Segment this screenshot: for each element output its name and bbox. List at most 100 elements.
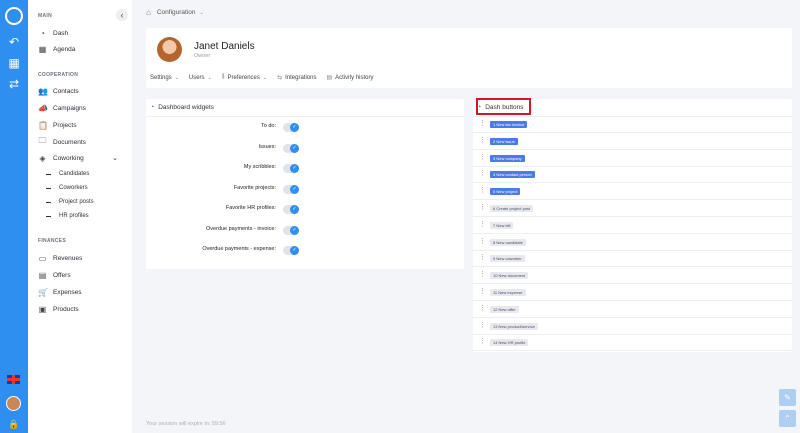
chevron-down-icon[interactable]: ⌄ (112, 154, 118, 162)
toggle-icon[interactable]: ⇄ (7, 77, 21, 91)
user-avatar[interactable] (6, 396, 21, 411)
dash-button-pill[interactable]: 1 New tax invoice (490, 121, 528, 128)
layers-icon: ◈ (39, 153, 46, 163)
dash-button-row[interactable]: ⋮ 9 New coworker (473, 251, 792, 268)
drag-handle-icon[interactable]: ⋮ (479, 305, 486, 312)
drag-handle-icon[interactable]: ⋮ (479, 187, 486, 194)
sidebar-item-offers[interactable]: ▤ Offers (38, 269, 71, 281)
sidebar-item-documents[interactable]: 🗀 Documents (38, 136, 86, 148)
dash-button-pill[interactable]: 9 New coworker (490, 255, 525, 263)
dash-button-pill[interactable]: 6 Create project post (490, 205, 534, 212)
logo-icon[interactable] (5, 7, 23, 25)
tab-integrations[interactable]: ⇆ Integrations (277, 74, 316, 82)
sidebar-item-products[interactable]: ▣ Products (38, 303, 79, 315)
dash-button-row[interactable]: ⋮ 8 New candidate (473, 235, 792, 251)
tab-label: Settings (150, 74, 172, 81)
widget-toggle[interactable]: ✓ (283, 123, 299, 132)
breadcrumb-label[interactable]: Configuration (157, 9, 196, 16)
dash-button-row[interactable]: ⋮ 6 Create project post (473, 201, 792, 217)
dash-button-pill[interactable]: 5 New project (490, 188, 521, 196)
drag-handle-icon[interactable]: ⋮ (479, 221, 486, 228)
dash-button-pill[interactable]: 8 New candidate (490, 238, 526, 246)
drag-handle-icon[interactable]: ⋮ (479, 338, 486, 345)
drag-handle-icon[interactable]: ⋮ (479, 154, 486, 161)
sidebar-item-label: Documents (53, 138, 86, 146)
sidebar-item-agenda[interactable]: ▦ Agenda (38, 43, 76, 55)
dash-button-pill[interactable]: 13 New product/service (490, 322, 538, 330)
check-icon: ✓ (290, 143, 299, 153)
widget-toggle[interactable]: ✓ (283, 225, 299, 235)
drag-handle-icon[interactable]: ⋮ (479, 254, 486, 261)
dash-button-pill[interactable]: 14 New HR profile (490, 339, 529, 347)
check-icon: ✓ (290, 246, 299, 255)
sidebar-item-label: Campaigns (53, 104, 86, 112)
sidebar-subitem-hr-profiles[interactable]: HR profiles (46, 211, 89, 221)
drag-handle-icon[interactable]: ⋮ (479, 322, 486, 329)
dash-button-pill[interactable]: 4 New contact person (490, 171, 535, 179)
sidebar-subitem-project-posts[interactable]: Project posts (46, 197, 94, 207)
sidebar-subitem-candidates[interactable]: Candidates (46, 169, 89, 179)
dash-button-pill[interactable]: 7 New bill (490, 221, 514, 229)
dash-button-row[interactable]: ⋮ 11 New expense (473, 285, 792, 301)
dash-button-row[interactable]: ⋮ 1 New tax invoice (473, 117, 792, 133)
breadcrumb: ⌂ Configuration ⌄ (146, 8, 204, 17)
home-icon[interactable]: ⌂ (146, 8, 151, 17)
dash-button-row[interactable]: ⋮ 4 New contact person (473, 167, 792, 184)
language-flag-icon[interactable] (7, 375, 20, 384)
collapse-sidebar-button[interactable]: ‹ (116, 9, 128, 21)
chevron-down-icon[interactable]: ⌄ (200, 10, 204, 16)
widget-row: Overdue payments - invoice: ✓ (146, 225, 464, 237)
grid-icon[interactable]: ▦ (7, 56, 21, 70)
cart-icon: 🛒 (38, 287, 48, 297)
note-icon[interactable]: ✎ (779, 389, 796, 406)
lock-icon[interactable]: 🔒 (7, 417, 21, 431)
dash-button-row[interactable]: ⋮ 5 New project (473, 184, 792, 201)
widget-toggle[interactable]: ✓ (283, 164, 299, 173)
scroll-top-button[interactable]: ⌃ (779, 410, 796, 427)
dash-button-row[interactable]: ⋮ 13 New product/service (473, 319, 792, 335)
back-icon[interactable]: ↶ (7, 35, 21, 49)
widget-toggle[interactable]: ✓ (283, 246, 299, 255)
sidebar-item-label: Revenues (53, 254, 83, 262)
sidebar-item-contacts[interactable]: 👥 Contacts (38, 85, 79, 97)
tab-preferences[interactable]: ⫼ Preferences ⌄ (222, 74, 267, 81)
tab-label: Preferences (227, 74, 260, 81)
dash-button-pill[interactable]: 10 New document (490, 272, 529, 280)
tab-users[interactable]: Users ⌄ (189, 74, 212, 81)
tab-activity-history[interactable]: ▤ Activity history (326, 74, 373, 82)
sidebar-subitem-coworkers[interactable]: Coworkers (46, 183, 88, 193)
dash-button-row[interactable]: ⋮ 12 New offer (473, 302, 792, 318)
drag-handle-icon[interactable]: ⋮ (479, 238, 486, 245)
drag-handle-icon[interactable]: ⋮ (479, 288, 486, 295)
dash-button-pill[interactable]: 12 New offer (490, 305, 519, 313)
drag-handle-icon[interactable]: ⋮ (479, 271, 486, 278)
drag-handle-icon[interactable]: ⋮ (479, 137, 486, 144)
sidebar-item-expenses[interactable]: 🛒 Expenses (38, 286, 82, 298)
sidebar-item-label: Coworking (53, 154, 84, 162)
dash-button-row[interactable]: ⋮ 14 New HR profile (473, 335, 792, 352)
sidebar-item-campaigns[interactable]: 📣 Campaigns (38, 102, 86, 114)
dash-button-row[interactable]: ⋮ 10 New document (473, 268, 792, 285)
dash-buttons-card: ◔ Dash buttons ⋮ 1 New tax invoice ⋮ 2 New … (473, 99, 792, 352)
drag-handle-icon[interactable]: ⋮ (479, 120, 486, 127)
sidebar-item-coworking[interactable]: ◈ Coworking (38, 152, 84, 164)
box-icon: ▣ (38, 304, 47, 314)
section-cooperation-heading: COOPERATION (38, 72, 79, 78)
dash-button-pill[interactable]: 11 New expense (490, 289, 526, 296)
widget-toggle[interactable]: ✓ (283, 143, 299, 153)
drag-handle-icon[interactable]: ⋮ (479, 170, 486, 177)
dash-button-row[interactable]: ⋮ 3 New company (473, 151, 792, 167)
drag-handle-icon[interactable]: ⋮ (479, 204, 486, 211)
tab-settings[interactable]: Settings ⌄ (150, 74, 179, 81)
dash-button-row[interactable]: ⋮ 7 New bill (473, 218, 792, 234)
widget-toggle[interactable]: ✓ (283, 184, 299, 194)
sidebar-item-dash[interactable]: ◔ Dash (38, 27, 68, 39)
sidebar-item-revenues[interactable]: ▭ Revenues (38, 252, 83, 264)
dash-button-pill[interactable]: 2 New issue (490, 137, 518, 145)
chevron-down-icon: ⌄ (174, 74, 179, 81)
dash-button-row[interactable]: ⋮ 2 New issue (473, 134, 792, 150)
dash-button-pill[interactable]: 3 New company (490, 154, 525, 162)
widget-toggle[interactable]: ✓ (283, 205, 299, 214)
highlight-box (476, 98, 531, 115)
sidebar-item-projects[interactable]: 📋 Projects (38, 119, 76, 131)
